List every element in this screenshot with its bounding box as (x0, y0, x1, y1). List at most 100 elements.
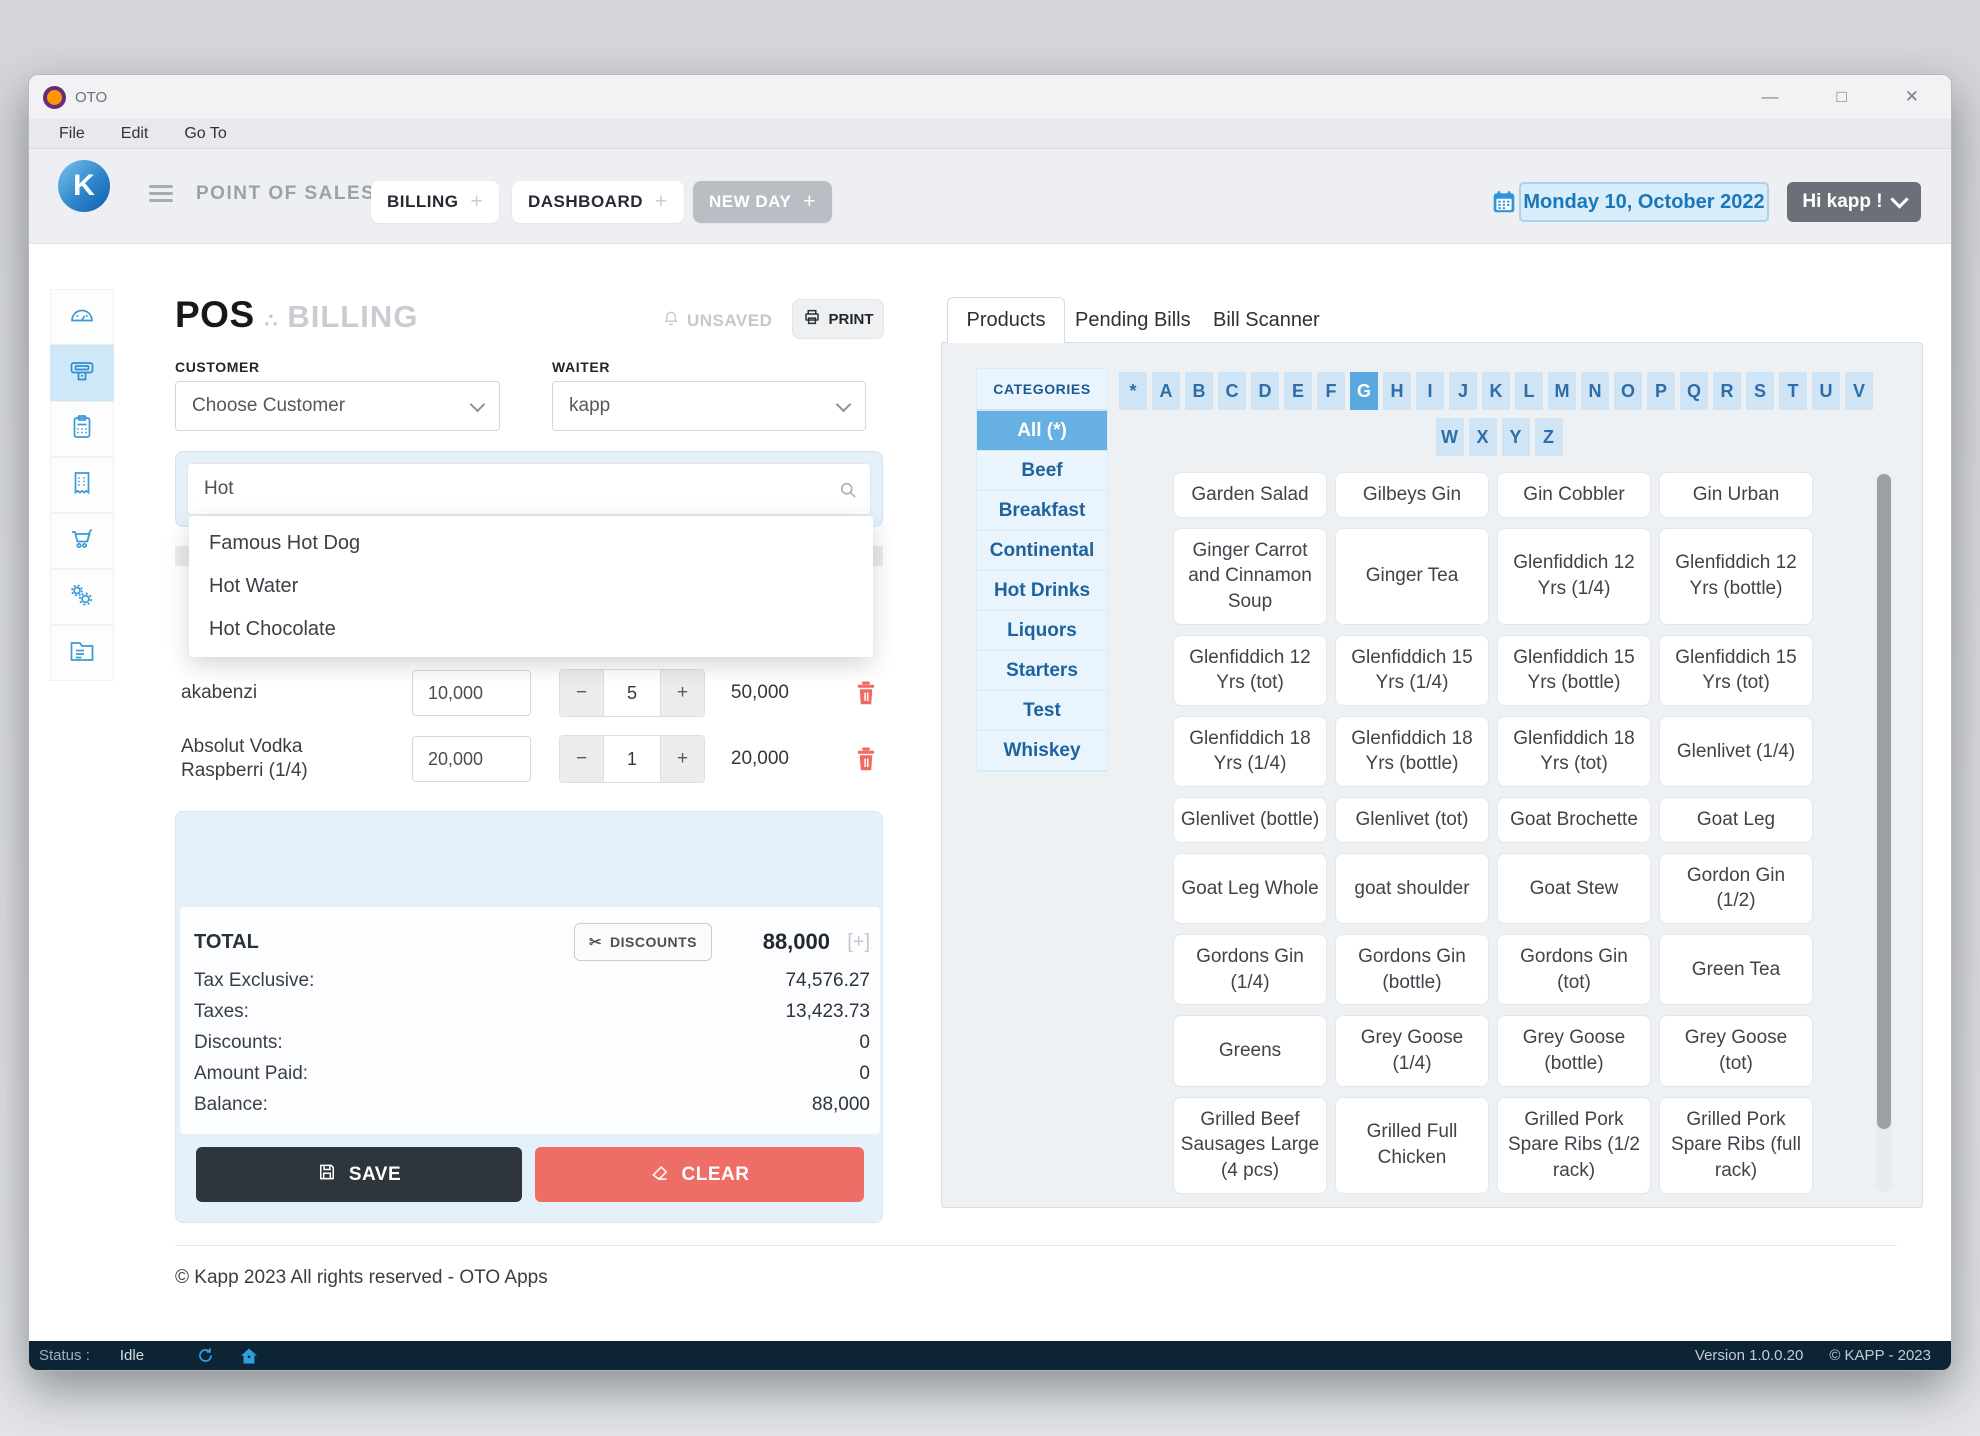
product-card[interactable]: Ginger Carrot and Cinnamon Soup (1173, 527, 1327, 625)
minimize-button[interactable]: — (1761, 87, 1778, 107)
letter-filter-button[interactable]: U (1812, 372, 1840, 410)
letter-filter-button[interactable]: C (1218, 372, 1246, 410)
letter-filter-button[interactable]: Q (1680, 372, 1708, 410)
product-card[interactable]: Glenfiddich 12 Yrs (1/4) (1497, 527, 1651, 625)
sidebar-item-settings[interactable] (50, 569, 114, 625)
menu-item[interactable]: Go To (184, 125, 226, 143)
letter-filter-button[interactable]: F (1317, 372, 1345, 410)
product-card[interactable]: Garden Salad (1173, 472, 1327, 518)
product-card[interactable]: Gin Cobbler (1497, 472, 1651, 518)
product-card[interactable]: Glenfiddich 15 Yrs (bottle) (1497, 634, 1651, 706)
sidebar-item-receipts[interactable] (50, 457, 114, 513)
suggestion-item[interactable]: Famous Hot Dog (189, 522, 873, 565)
trash-icon[interactable] (853, 680, 879, 706)
tab-products[interactable]: Products (947, 297, 1065, 343)
letter-filter-button[interactable]: Y (1501, 418, 1530, 456)
plus-icon[interactable]: + (471, 190, 484, 214)
clear-button[interactable]: CLEAR (535, 1147, 864, 1202)
product-card[interactable]: Glenfiddich 18 Yrs (bottle) (1335, 715, 1489, 788)
product-card[interactable]: Glenfiddich 15 Yrs (1/4) (1335, 634, 1489, 706)
letter-filter-button[interactable]: P (1647, 372, 1675, 410)
letter-filter-button[interactable]: M (1548, 372, 1576, 410)
print-button[interactable]: PRINT (792, 299, 884, 339)
letter-filter-button[interactable]: K (1482, 372, 1510, 410)
letter-filter-button[interactable]: J (1449, 372, 1477, 410)
suggestion-item[interactable]: Hot Chocolate (189, 608, 873, 651)
product-card[interactable]: Glenfiddich 15 Yrs (tot) (1659, 634, 1813, 706)
product-card[interactable]: Gordons Gin (tot) (1497, 934, 1651, 1006)
category-item[interactable]: Beef (977, 451, 1107, 491)
tab-pending-bills[interactable]: Pending Bills (1075, 297, 1191, 343)
product-card[interactable]: Goat Leg Whole (1173, 852, 1327, 925)
business-date[interactable]: Monday 10, October 2022 (1519, 182, 1769, 222)
letter-filter-button[interactable]: N (1581, 372, 1609, 410)
item-price-input[interactable]: 20,000 (412, 736, 531, 782)
product-card[interactable]: Grey Goose (1/4) (1335, 1015, 1489, 1087)
product-card[interactable]: Gin Urban (1659, 472, 1813, 518)
letter-filter-button[interactable]: T (1779, 372, 1807, 410)
sidebar-item-purchases[interactable] (50, 513, 114, 569)
qty-decrease-button[interactable]: − (560, 670, 603, 716)
sidebar-item-dashboard[interactable] (50, 289, 114, 345)
sidebar-item-billing[interactable] (50, 345, 114, 401)
product-card[interactable]: Glenfiddich 12 Yrs (bottle) (1659, 527, 1813, 625)
tab-billing[interactable]: BILLING + (371, 181, 500, 223)
letter-filter-button[interactable]: R (1713, 372, 1741, 410)
letter-filter-button[interactable]: D (1251, 372, 1279, 410)
category-item[interactable]: Test (977, 691, 1107, 731)
letter-filter-button[interactable]: B (1185, 372, 1213, 410)
refresh-icon[interactable] (196, 1346, 215, 1365)
category-item[interactable]: All (*) (977, 411, 1107, 451)
letter-filter-button[interactable]: X (1468, 418, 1497, 456)
product-card[interactable]: Grey Goose (bottle) (1497, 1015, 1651, 1087)
letter-filter-button[interactable]: W (1435, 418, 1464, 456)
product-card[interactable]: Greens (1173, 1015, 1327, 1087)
product-search-input[interactable] (187, 463, 871, 515)
total-expand-icon[interactable]: [+] (830, 931, 870, 954)
letter-filter-button[interactable]: E (1284, 372, 1312, 410)
calendar-icon[interactable] (1491, 189, 1517, 220)
product-card[interactable]: Grilled Pork Spare Ribs (full rack) (1659, 1096, 1813, 1194)
product-card[interactable]: Gordon Gin (1/2) (1659, 852, 1813, 925)
hamburger-icon[interactable] (149, 185, 173, 206)
product-card[interactable]: Ginger Tea (1335, 527, 1489, 625)
letter-filter-button[interactable]: I (1416, 372, 1444, 410)
trash-icon[interactable] (853, 746, 879, 772)
product-card[interactable]: Glenlivet (bottle) (1173, 797, 1327, 843)
product-card[interactable]: Goat Stew (1497, 852, 1651, 925)
letter-filter-button[interactable]: S (1746, 372, 1774, 410)
discounts-button[interactable]: ✂ DISCOUNTS (573, 923, 712, 961)
tab-dashboard[interactable]: DASHBOARD + (512, 181, 684, 223)
product-card[interactable]: goat shoulder (1335, 852, 1489, 925)
category-item[interactable]: Liquors (977, 611, 1107, 651)
product-card[interactable]: Gilbeys Gin (1335, 472, 1489, 518)
product-card[interactable]: Glenfiddich 18 Yrs (tot) (1497, 715, 1651, 788)
product-card[interactable]: Grilled Beef Sausages Large (4 pcs) (1173, 1096, 1327, 1194)
qty-decrease-button[interactable]: − (560, 736, 603, 782)
product-card[interactable]: Green Tea (1659, 934, 1813, 1006)
product-card[interactable]: Gordons Gin (bottle) (1335, 934, 1489, 1006)
letter-filter-button[interactable]: Z (1534, 418, 1563, 456)
category-item[interactable]: Breakfast (977, 491, 1107, 531)
menu-item[interactable]: File (59, 125, 85, 143)
product-card[interactable]: Glenlivet (tot) (1335, 797, 1489, 843)
product-card[interactable]: Goat Brochette (1497, 797, 1651, 843)
product-card[interactable]: Grey Goose (tot) (1659, 1015, 1813, 1087)
sidebar-item-orders[interactable] (50, 401, 114, 457)
plus-icon[interactable]: + (655, 190, 668, 214)
product-card[interactable]: Grilled Full Chicken (1335, 1096, 1489, 1194)
product-card[interactable]: Goat Leg (1659, 797, 1813, 843)
tab-bill-scanner[interactable]: Bill Scanner (1213, 297, 1320, 343)
letter-filter-button[interactable]: O (1614, 372, 1642, 410)
product-card[interactable]: Glenfiddich 12 Yrs (tot) (1173, 634, 1327, 706)
product-card[interactable]: Glenfiddich 18 Yrs (1/4) (1173, 715, 1327, 788)
suggestion-item[interactable]: Hot Water (189, 565, 873, 608)
close-button[interactable]: ✕ (1905, 87, 1919, 107)
product-card[interactable]: Gordons Gin (1/4) (1173, 934, 1327, 1006)
save-button[interactable]: SAVE (196, 1147, 522, 1202)
letter-filter-button[interactable]: L (1515, 372, 1543, 410)
letter-filter-button[interactable]: A (1152, 372, 1180, 410)
letter-filter-button[interactable]: H (1383, 372, 1411, 410)
category-item[interactable]: Continental (977, 531, 1107, 571)
products-scrollbar[interactable] (1876, 472, 1892, 1192)
